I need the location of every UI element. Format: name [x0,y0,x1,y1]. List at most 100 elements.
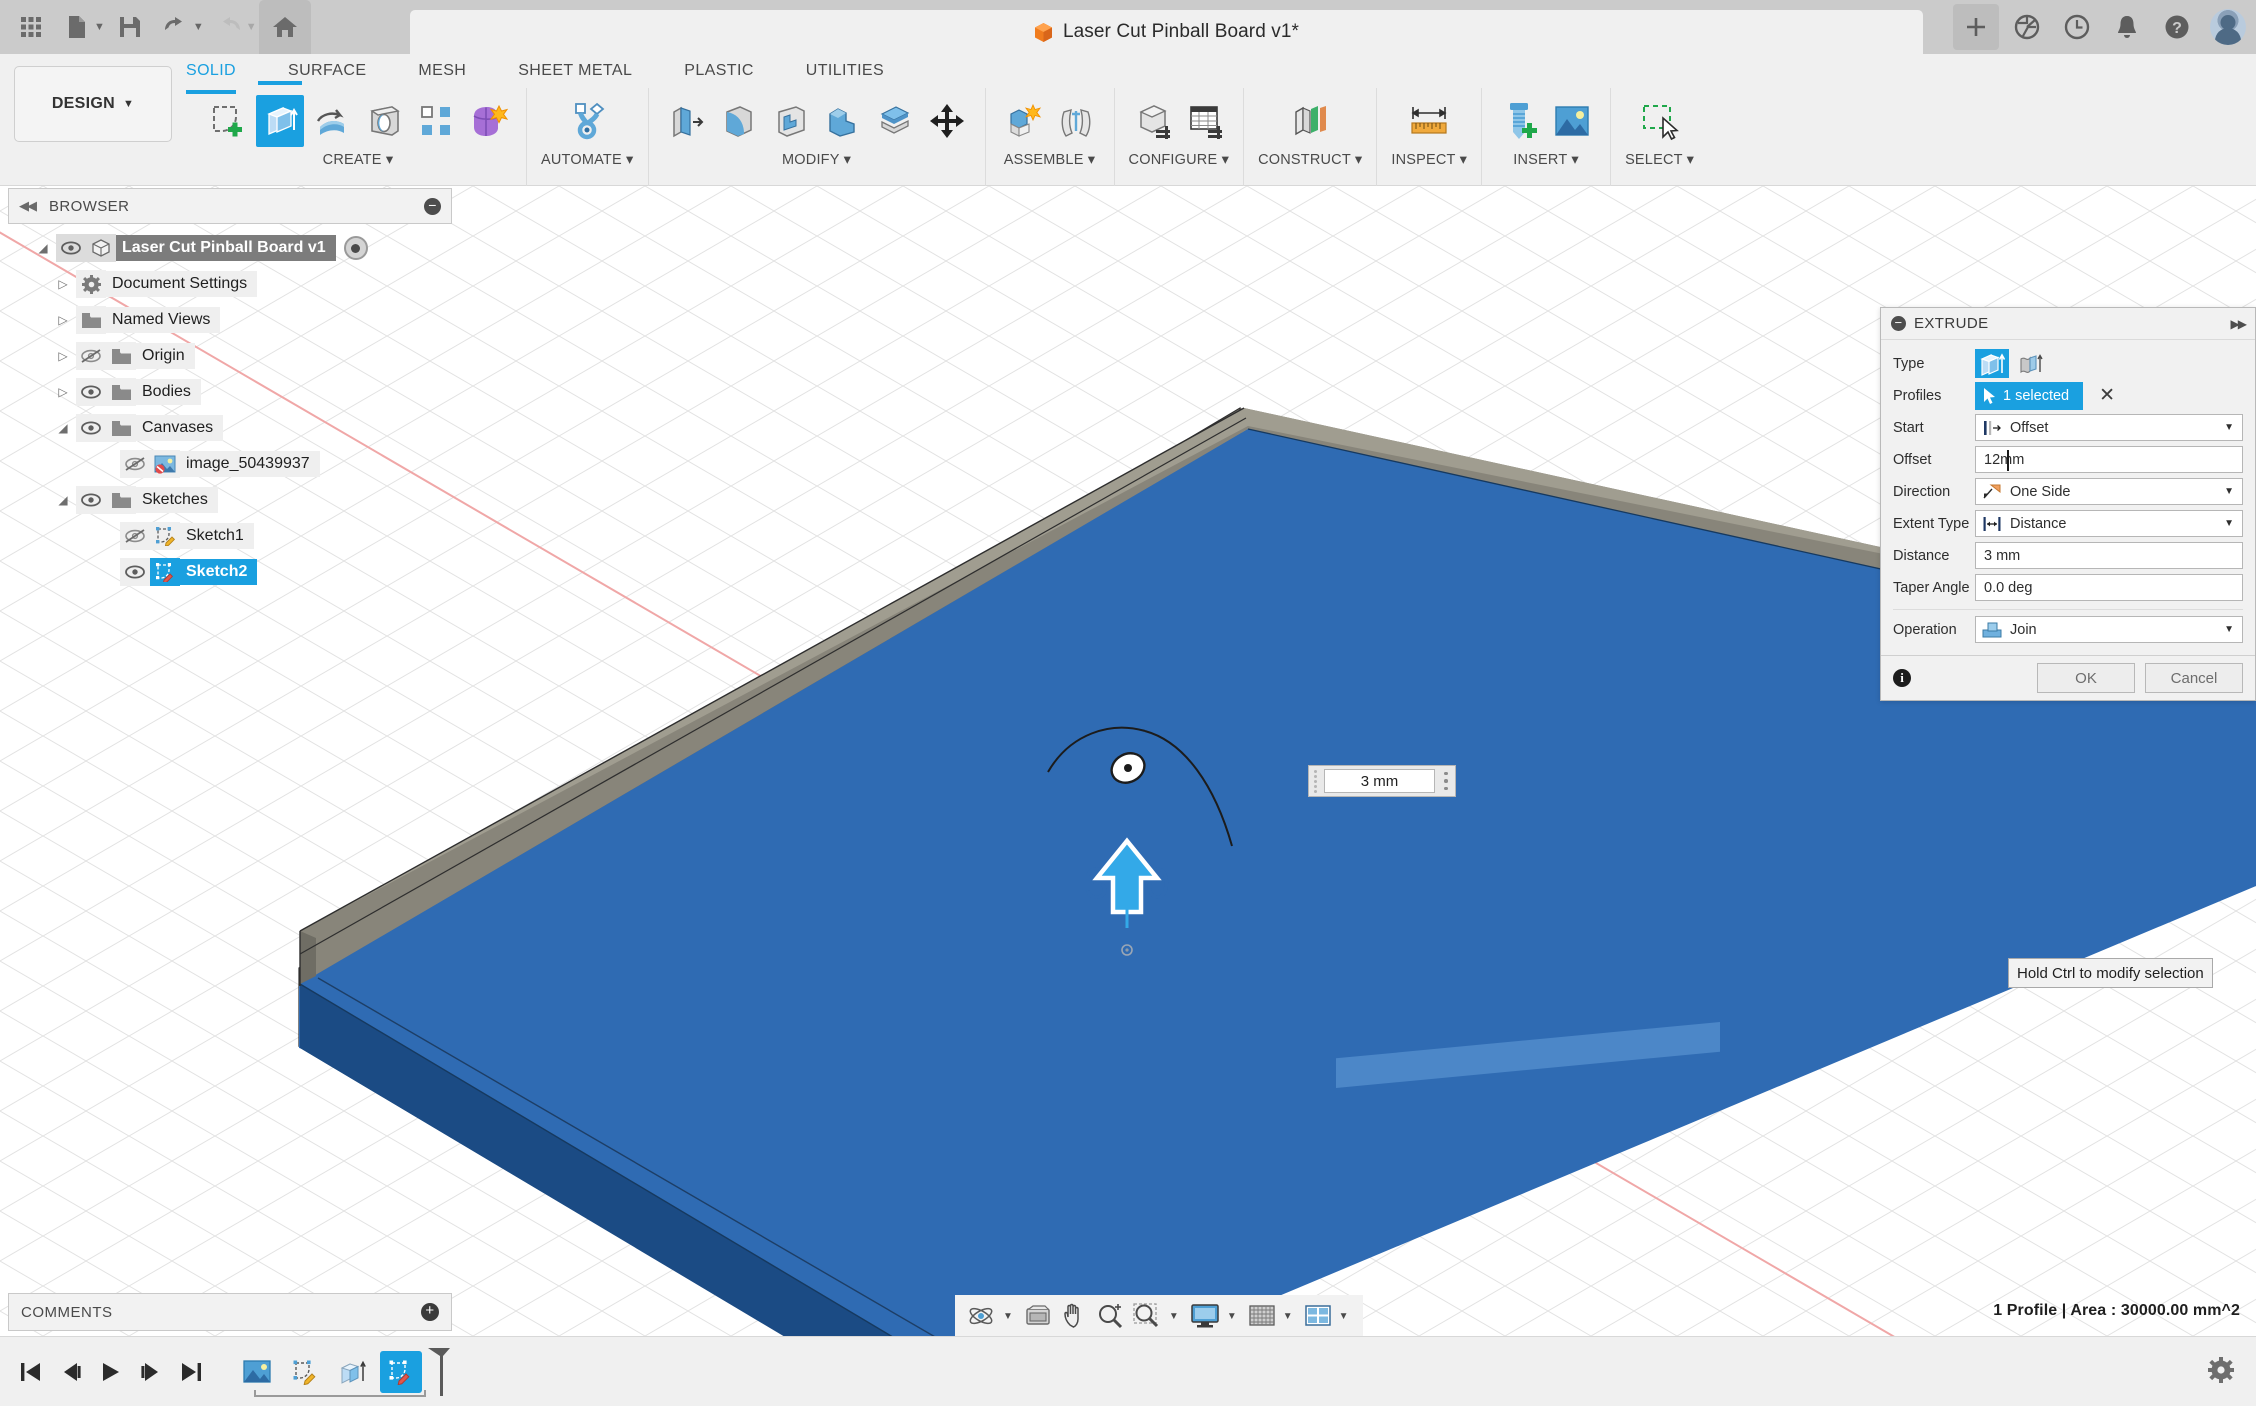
create-panel-label[interactable]: CREATE ▾ [323,152,394,168]
modify-panel-label[interactable]: MODIFY ▾ [782,152,851,168]
tree-item-named-views[interactable]: ▷ Named Views [8,302,452,338]
drag-handle[interactable] [1309,766,1322,796]
tab-solid[interactable]: SOLID [186,54,237,94]
zoom-window-icon[interactable] [1129,1298,1165,1334]
browser-minimize-icon[interactable]: − [424,197,441,215]
timeline-node-sketch1[interactable] [284,1351,326,1393]
tab-sheet-metal[interactable]: SHEET METAL [518,54,632,88]
new-tab-icon[interactable] [1953,4,1999,50]
viewports-caret-icon[interactable]: ▼ [1339,1311,1349,1322]
save-icon[interactable] [107,4,153,50]
display-settings-icon[interactable] [1187,1298,1223,1334]
zoom-window-caret-icon[interactable]: ▼ [1169,1311,1179,1322]
undo-icon[interactable] [153,4,199,50]
pan-icon[interactable] [1057,1298,1091,1334]
tree-item-document-settings[interactable]: ▷ Document Settings [8,266,452,302]
expand-arrow-icon[interactable]: ▷ [50,277,76,291]
sweep-icon[interactable] [360,95,408,147]
expand-arrow-icon[interactable]: ▷ [50,313,76,327]
distance-value-input[interactable]: 3 mm [1308,765,1456,797]
viewports-icon[interactable] [1301,1298,1335,1334]
insert-panel-label[interactable]: INSERT ▾ [1513,152,1579,168]
taper-angle-input[interactable]: 0.0 deg [1975,574,2243,601]
visibility-eye-icon[interactable] [120,558,150,586]
notifications-bell-icon[interactable] [2102,0,2152,54]
profiles-selection-button[interactable]: 1 selected [1975,381,2084,410]
create-sketch-icon[interactable] [204,95,252,147]
timeline-last-button[interactable] [180,1361,202,1383]
activate-component-radio[interactable] [343,236,368,260]
select-panel-label[interactable]: SELECT ▾ [1625,152,1694,168]
tree-item-canvases[interactable]: ◢ Canvases [8,410,452,446]
expand-arrow-icon[interactable]: ▷ [50,385,76,399]
assemble-panel-label[interactable]: ASSEMBLE ▾ [1004,152,1096,168]
start-dropdown[interactable]: Offset ▼ [1975,414,2243,441]
tab-plastic[interactable]: PLASTIC [684,54,754,88]
press-pull-icon[interactable] [663,95,711,147]
tree-item-sketch2[interactable]: Sketch2 [8,554,452,590]
visibility-eye-off-icon[interactable] [76,342,106,370]
split-body-icon[interactable] [871,95,919,147]
look-at-icon[interactable] [1021,1298,1055,1334]
operation-dropdown[interactable]: Join ▼ [1975,616,2243,643]
visibility-eye-off-icon[interactable] [120,450,150,478]
measure-icon[interactable] [1405,95,1453,147]
configure-panel-label[interactable]: CONFIGURE ▾ [1129,152,1230,168]
combine-icon[interactable] [819,95,867,147]
revolve-icon[interactable] [308,95,356,147]
pattern-icon[interactable] [412,95,460,147]
account-avatar[interactable] [2210,9,2246,45]
canvas-distance-value[interactable]: 3 mm [1324,769,1435,793]
create-configuration-icon[interactable] [1129,95,1177,147]
select-icon[interactable] [1636,95,1684,147]
visibility-eye-icon[interactable] [76,414,106,442]
offset-input[interactable]: 12mm [1975,446,2243,473]
automated-modeling-icon[interactable] [563,95,611,147]
comments-panel[interactable]: COMMENTS + [8,1293,452,1331]
distance-input[interactable]: 3 mm [1975,542,2243,569]
visibility-eye-icon[interactable] [56,234,86,262]
joint-icon[interactable] [1052,95,1100,147]
cancel-button[interactable]: Cancel [2145,663,2243,693]
tree-item-canvas-image[interactable]: image_50439937 [8,446,452,482]
clear-selection-icon[interactable]: ✕ [2099,386,2115,405]
chevron-down-icon[interactable]: ▼ [2224,486,2234,497]
info-icon[interactable]: i [1893,669,1911,687]
visibility-eye-icon[interactable] [76,486,106,514]
add-comment-icon[interactable]: + [421,1303,439,1321]
timeline-node-extrude[interactable] [332,1351,374,1393]
grid-snaps-icon[interactable] [1245,1298,1279,1334]
expand-arrow-icon[interactable]: ◢ [30,241,56,255]
type-solid-extrude-icon[interactable] [1975,349,2009,378]
ok-button[interactable]: OK [2037,663,2135,693]
expand-arrow-icon[interactable]: ▷ [50,349,76,363]
insert-mcmaster-icon[interactable] [1496,95,1544,147]
dialog-expand-icon[interactable]: ▶▶ [2231,317,2248,331]
timeline-first-button[interactable] [20,1361,42,1383]
workspace-selector[interactable]: DESIGN ▼ [14,66,172,142]
tree-item-origin[interactable]: ▷ Origin [8,338,452,374]
collapse-arrow-icon[interactable]: ◢ [50,421,76,435]
timeline-marker[interactable] [426,1346,452,1398]
job-status-clock-icon[interactable] [2052,0,2102,54]
insert-canvas-icon[interactable] [1548,95,1596,147]
home-icon[interactable] [258,0,311,54]
offset-plane-construct-icon[interactable] [1286,95,1334,147]
timeline-play-button[interactable] [100,1361,122,1383]
value-options-icon[interactable] [1437,771,1455,791]
tree-item-root-component[interactable]: ◢ Laser Cut Pinball Board v1 [8,230,452,266]
tab-utilities[interactable]: UTILITIES [806,54,884,88]
tab-mesh[interactable]: MESH [418,54,466,88]
orbit-icon[interactable] [963,1298,999,1334]
direction-dropdown[interactable]: One Side ▼ [1975,478,2243,505]
grid-snaps-caret-icon[interactable]: ▼ [1283,1311,1293,1322]
timeline-next-button[interactable] [140,1361,162,1383]
help-icon[interactable]: ? [2152,0,2202,54]
chevron-down-icon[interactable]: ▼ [2224,624,2234,635]
create-form-icon[interactable] [464,95,512,147]
dialog-minimize-icon[interactable]: − [1891,316,1906,331]
redo-icon[interactable] [206,4,252,50]
timeline-node-sketch2[interactable] [380,1350,422,1393]
construct-panel-label[interactable]: CONSTRUCT ▾ [1258,152,1362,168]
tree-item-sketch1[interactable]: Sketch1 [8,518,452,554]
